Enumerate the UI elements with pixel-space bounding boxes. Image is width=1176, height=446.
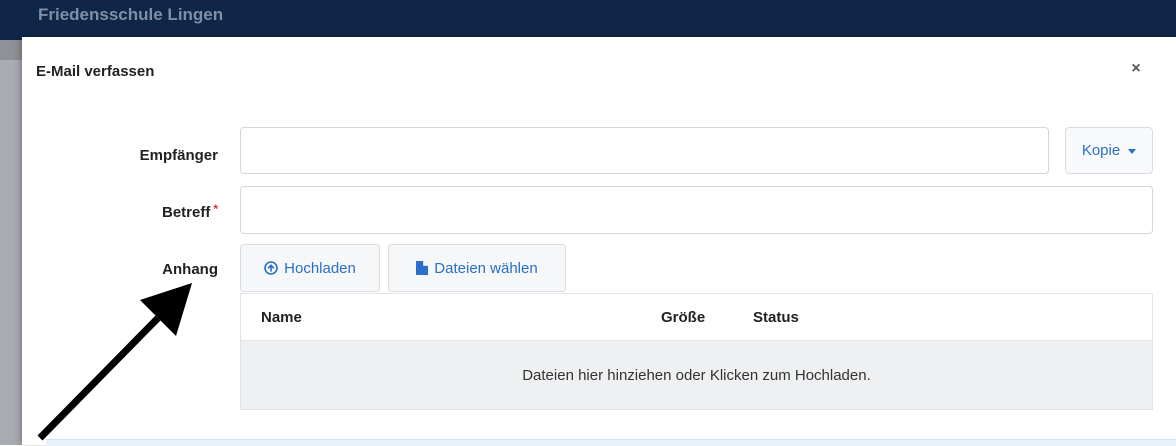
- arrow-icon: [37, 283, 192, 441]
